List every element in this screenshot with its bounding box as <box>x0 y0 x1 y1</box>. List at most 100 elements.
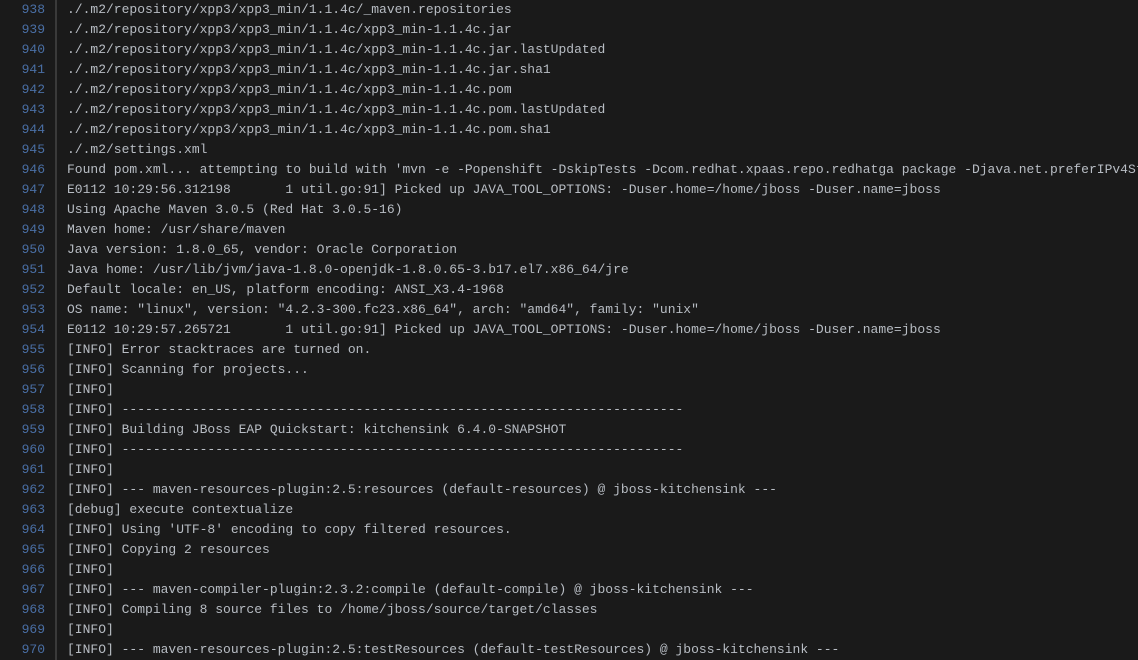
line-number: 964 <box>0 520 55 540</box>
log-line: 943./.m2/repository/xpp3/xpp3_min/1.1.4c… <box>0 100 1138 120</box>
log-line-content[interactable]: [INFO] --- maven-resources-plugin:2.5:re… <box>57 480 777 500</box>
line-number: 955 <box>0 340 55 360</box>
line-number: 968 <box>0 600 55 620</box>
log-line: 969[INFO] <box>0 620 1138 640</box>
line-number: 942 <box>0 80 55 100</box>
line-number: 967 <box>0 580 55 600</box>
line-number: 951 <box>0 260 55 280</box>
line-number: 945 <box>0 140 55 160</box>
log-line-content[interactable]: ./.m2/repository/xpp3/xpp3_min/1.1.4c/xp… <box>57 80 512 100</box>
log-line: 950Java version: 1.8.0_65, vendor: Oracl… <box>0 240 1138 260</box>
log-line-content[interactable]: OS name: "linux", version: "4.2.3-300.fc… <box>57 300 699 320</box>
line-number: 946 <box>0 160 55 180</box>
log-line: 963[debug] execute contextualize <box>0 500 1138 520</box>
log-line-content[interactable]: [INFO] --- maven-compiler-plugin:2.3.2:c… <box>57 580 754 600</box>
log-line: 966[INFO] <box>0 560 1138 580</box>
line-number: 965 <box>0 540 55 560</box>
log-line-content[interactable]: [INFO] Compiling 8 source files to /home… <box>57 600 598 620</box>
line-number: 943 <box>0 100 55 120</box>
log-line: 960[INFO] ------------------------------… <box>0 440 1138 460</box>
line-number: 954 <box>0 320 55 340</box>
log-line-content[interactable]: [INFO] <box>57 460 114 480</box>
log-line-content[interactable]: [INFO] <box>57 560 114 580</box>
log-line: 942./.m2/repository/xpp3/xpp3_min/1.1.4c… <box>0 80 1138 100</box>
log-line-content[interactable]: [INFO] <box>57 380 114 400</box>
log-viewer: 938./.m2/repository/xpp3/xpp3_min/1.1.4c… <box>0 0 1138 660</box>
log-line-content[interactable]: [INFO] <box>57 620 114 640</box>
log-line: 958[INFO] ------------------------------… <box>0 400 1138 420</box>
log-line-content[interactable]: ./.m2/repository/xpp3/xpp3_min/1.1.4c/xp… <box>57 20 512 40</box>
log-line: 964[INFO] Using 'UTF-8' encoding to copy… <box>0 520 1138 540</box>
log-line: 968[INFO] Compiling 8 source files to /h… <box>0 600 1138 620</box>
line-number: 944 <box>0 120 55 140</box>
log-line: 957[INFO] <box>0 380 1138 400</box>
log-line-content[interactable]: Default locale: en_US, platform encoding… <box>57 280 504 300</box>
log-line: 965[INFO] Copying 2 resources <box>0 540 1138 560</box>
line-number: 940 <box>0 40 55 60</box>
log-line: 962[INFO] --- maven-resources-plugin:2.5… <box>0 480 1138 500</box>
log-line-content[interactable]: [INFO] ---------------------------------… <box>57 400 683 420</box>
log-line: 938./.m2/repository/xpp3/xpp3_min/1.1.4c… <box>0 0 1138 20</box>
log-line: 956[INFO] Scanning for projects... <box>0 360 1138 380</box>
log-line-content[interactable]: [INFO] Building JBoss EAP Quickstart: ki… <box>57 420 566 440</box>
line-number: 969 <box>0 620 55 640</box>
log-line-content[interactable]: [INFO] Error stacktraces are turned on. <box>57 340 371 360</box>
log-line-content[interactable]: Found pom.xml... attempting to build wit… <box>57 160 1138 180</box>
log-line-content[interactable]: Using Apache Maven 3.0.5 (Red Hat 3.0.5-… <box>57 200 402 220</box>
line-number: 938 <box>0 0 55 20</box>
log-line: 959[INFO] Building JBoss EAP Quickstart:… <box>0 420 1138 440</box>
line-number: 956 <box>0 360 55 380</box>
line-number: 970 <box>0 640 55 660</box>
log-line-content[interactable]: Java home: /usr/lib/jvm/java-1.8.0-openj… <box>57 260 629 280</box>
log-line-content[interactable]: [debug] execute contextualize <box>57 500 293 520</box>
log-line-content[interactable]: [INFO] ---------------------------------… <box>57 440 683 460</box>
line-number: 958 <box>0 400 55 420</box>
log-line-content[interactable]: [INFO] Using 'UTF-8' encoding to copy fi… <box>57 520 512 540</box>
line-number: 950 <box>0 240 55 260</box>
line-number: 947 <box>0 180 55 200</box>
log-line: 961[INFO] <box>0 460 1138 480</box>
log-line: 970[INFO] --- maven-resources-plugin:2.5… <box>0 640 1138 660</box>
log-line: 955[INFO] Error stacktraces are turned o… <box>0 340 1138 360</box>
line-number: 961 <box>0 460 55 480</box>
log-line-content[interactable]: ./.m2/settings.xml <box>57 140 207 160</box>
log-line: 954E0112 10:29:57.265721 1 util.go:91] P… <box>0 320 1138 340</box>
log-line-content[interactable]: E0112 10:29:56.312198 1 util.go:91] Pick… <box>57 180 941 200</box>
line-number: 962 <box>0 480 55 500</box>
log-line: 944./.m2/repository/xpp3/xpp3_min/1.1.4c… <box>0 120 1138 140</box>
log-line: 939./.m2/repository/xpp3/xpp3_min/1.1.4c… <box>0 20 1138 40</box>
log-line: 946Found pom.xml... attempting to build … <box>0 160 1138 180</box>
line-number: 960 <box>0 440 55 460</box>
log-line-content[interactable]: [INFO] Copying 2 resources <box>57 540 270 560</box>
log-line-content[interactable]: ./.m2/repository/xpp3/xpp3_min/1.1.4c/xp… <box>57 60 551 80</box>
log-line: 941./.m2/repository/xpp3/xpp3_min/1.1.4c… <box>0 60 1138 80</box>
line-number: 963 <box>0 500 55 520</box>
log-line: 947E0112 10:29:56.312198 1 util.go:91] P… <box>0 180 1138 200</box>
log-line-content[interactable]: ./.m2/repository/xpp3/xpp3_min/1.1.4c/xp… <box>57 100 605 120</box>
log-line-content[interactable]: ./.m2/repository/xpp3/xpp3_min/1.1.4c/xp… <box>57 40 605 60</box>
line-number: 952 <box>0 280 55 300</box>
log-line-content[interactable]: [INFO] --- maven-resources-plugin:2.5:te… <box>57 640 839 660</box>
log-line-content[interactable]: E0112 10:29:57.265721 1 util.go:91] Pick… <box>57 320 941 340</box>
line-number: 953 <box>0 300 55 320</box>
line-number: 939 <box>0 20 55 40</box>
log-line-content[interactable]: [INFO] Scanning for projects... <box>57 360 309 380</box>
log-line: 945./.m2/settings.xml <box>0 140 1138 160</box>
log-line: 952Default locale: en_US, platform encod… <box>0 280 1138 300</box>
line-number: 959 <box>0 420 55 440</box>
log-line: 953OS name: "linux", version: "4.2.3-300… <box>0 300 1138 320</box>
line-number: 941 <box>0 60 55 80</box>
log-line-content[interactable]: ./.m2/repository/xpp3/xpp3_min/1.1.4c/_m… <box>57 0 512 20</box>
log-line: 940./.m2/repository/xpp3/xpp3_min/1.1.4c… <box>0 40 1138 60</box>
log-line-content[interactable]: Maven home: /usr/share/maven <box>57 220 285 240</box>
log-line-content[interactable]: ./.m2/repository/xpp3/xpp3_min/1.1.4c/xp… <box>57 120 551 140</box>
line-number: 966 <box>0 560 55 580</box>
log-line: 951Java home: /usr/lib/jvm/java-1.8.0-op… <box>0 260 1138 280</box>
log-line-content[interactable]: Java version: 1.8.0_65, vendor: Oracle C… <box>57 240 457 260</box>
log-line: 948Using Apache Maven 3.0.5 (Red Hat 3.0… <box>0 200 1138 220</box>
log-line: 949Maven home: /usr/share/maven <box>0 220 1138 240</box>
log-line: 967[INFO] --- maven-compiler-plugin:2.3.… <box>0 580 1138 600</box>
line-number: 949 <box>0 220 55 240</box>
line-number: 948 <box>0 200 55 220</box>
line-number: 957 <box>0 380 55 400</box>
